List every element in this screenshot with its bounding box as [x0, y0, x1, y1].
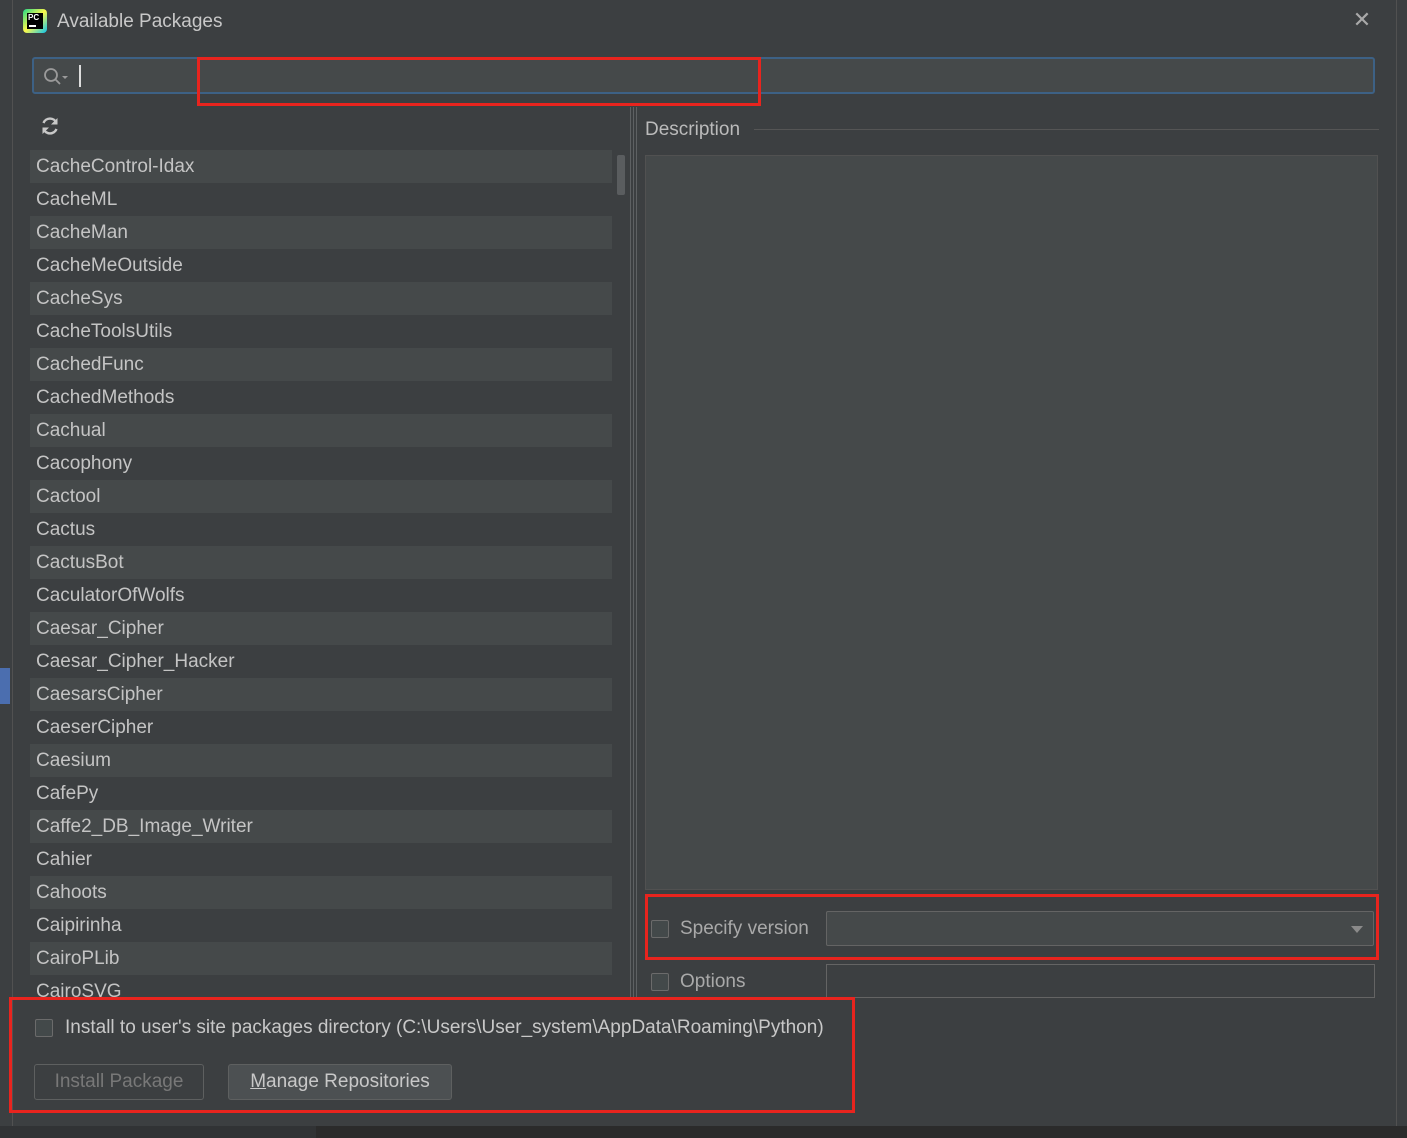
- package-list-item[interactable]: Caipirinha: [30, 909, 612, 942]
- package-list-item[interactable]: CairoPLib: [30, 942, 612, 975]
- ide-background-bottom: [0, 1126, 1407, 1138]
- specify-version-label: Specify version: [680, 918, 809, 939]
- close-icon[interactable]: ✕: [1350, 8, 1374, 32]
- package-list-item[interactable]: CacheMeOutside: [30, 249, 612, 282]
- description-area: [645, 155, 1378, 890]
- package-list-item[interactable]: CachedMethods: [30, 381, 612, 414]
- ide-selected-item: [0, 668, 10, 704]
- package-list-item[interactable]: Cactus: [30, 513, 612, 546]
- package-list-item[interactable]: Caesium: [30, 744, 612, 777]
- options-label: Options: [680, 971, 746, 992]
- dialog-title: Available Packages: [57, 11, 223, 32]
- manage-label-rest: anage Repositories: [266, 1071, 430, 1092]
- search-input[interactable]: [84, 59, 1367, 94]
- package-list-item[interactable]: Cachual: [30, 414, 612, 447]
- scrollbar-thumb[interactable]: [617, 155, 625, 195]
- package-list-scrollbar[interactable]: [613, 150, 627, 997]
- package-list-item[interactable]: CacheML: [30, 183, 612, 216]
- package-list-item[interactable]: Cahoots: [30, 876, 612, 909]
- package-list-item[interactable]: Cactool: [30, 480, 612, 513]
- package-list-item[interactable]: CactusBot: [30, 546, 612, 579]
- package-list-item[interactable]: CafePy: [30, 777, 612, 810]
- package-list-item[interactable]: Cahier: [30, 843, 612, 876]
- package-list-item[interactable]: CacheControl-Idax: [30, 150, 612, 183]
- install-user-checkbox[interactable]: [35, 1019, 53, 1037]
- package-list-item[interactable]: CacheToolsUtils: [30, 315, 612, 348]
- package-list-item[interactable]: CaesarsCipher: [30, 678, 612, 711]
- package-list-item[interactable]: Caesar_Cipher_Hacker: [30, 645, 612, 678]
- title-bar: PC Available Packages ✕: [13, 0, 1396, 44]
- refresh-icon[interactable]: [39, 115, 61, 137]
- package-list-item[interactable]: CairoSVG: [30, 975, 612, 997]
- package-list-item[interactable]: CacheMan: [30, 216, 612, 249]
- install-user-label: Install to user's site packages director…: [65, 1017, 824, 1038]
- package-list-item[interactable]: CachedFunc: [30, 348, 612, 381]
- ide-background-left: [0, 0, 12, 1138]
- package-list-item[interactable]: CaculatorOfWolfs: [30, 579, 612, 612]
- install-package-button[interactable]: Install Package: [34, 1064, 204, 1100]
- description-label: Description: [645, 119, 741, 140]
- package-list-panel: CacheControl-Idax CacheML CacheMan CacheMeO…: [30, 107, 627, 997]
- chevron-down-icon: [1351, 926, 1363, 933]
- package-list-item[interactable]: Caesar_Cipher: [30, 612, 612, 645]
- package-search-box[interactable]: [32, 57, 1375, 94]
- panel-splitter[interactable]: [628, 107, 638, 997]
- search-icon[interactable]: [42, 66, 70, 86]
- available-packages-dialog: PC Available Packages ✕ CacheControl-Ida…: [12, 0, 1397, 1126]
- package-list-item[interactable]: Caffe2_DB_Image_Writer: [30, 810, 612, 843]
- manage-mnemonic: M: [250, 1071, 267, 1092]
- options-input[interactable]: [826, 964, 1375, 998]
- options-checkbox[interactable]: [651, 973, 669, 991]
- manage-repositories-button[interactable]: Manage Repositories: [228, 1064, 452, 1100]
- package-list: CacheControl-Idax CacheML CacheMan CacheMeO…: [30, 150, 612, 997]
- specify-version-checkbox[interactable]: [651, 920, 669, 938]
- package-list-item[interactable]: CaeserCipher: [30, 711, 612, 744]
- description-divider: [754, 129, 1379, 130]
- package-list-item[interactable]: CacheSys: [30, 282, 612, 315]
- package-list-item[interactable]: Cacophony: [30, 447, 612, 480]
- version-select[interactable]: [826, 911, 1374, 946]
- pycharm-icon: PC: [23, 9, 47, 33]
- text-caret: [79, 65, 81, 87]
